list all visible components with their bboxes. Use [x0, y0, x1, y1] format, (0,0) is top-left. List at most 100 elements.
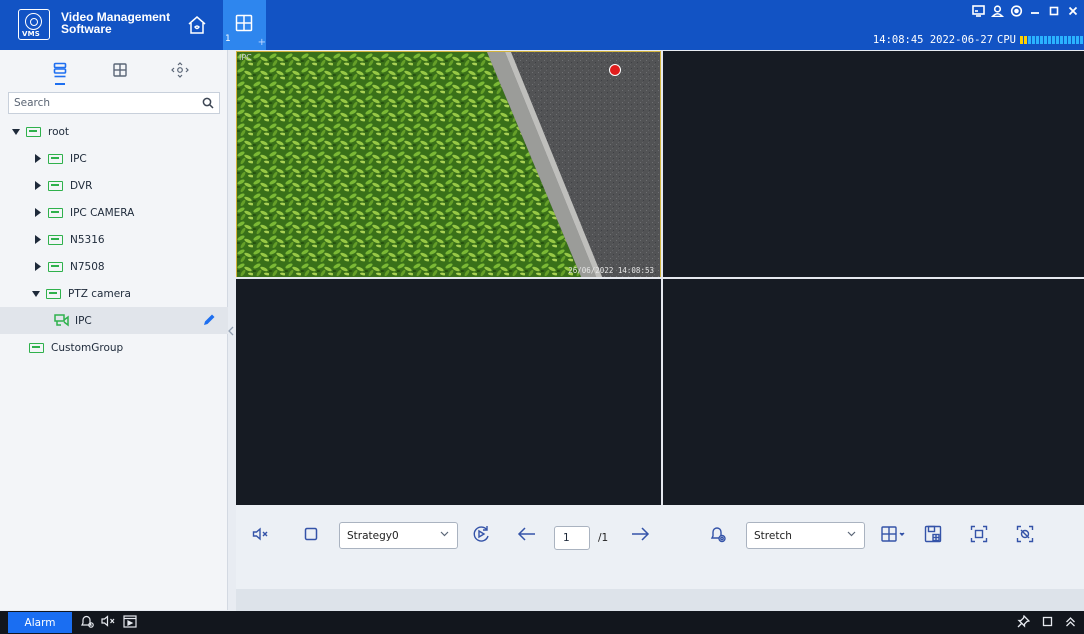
brand: VMS Video Management Software [0, 0, 220, 50]
tree-node-dvr[interactable]: DVR [0, 172, 228, 199]
next-page-button[interactable] [628, 522, 652, 546]
device-list-icon [53, 62, 67, 78]
device-tree: root IPC DVR IPC CAMERA N5316 N7508 PTZ … [0, 118, 228, 361]
online-camera-icon [54, 314, 69, 327]
status-right-controls [1017, 615, 1076, 628]
search-input[interactable] [9, 94, 194, 112]
tree-node-n7508[interactable]: N7508 [0, 253, 228, 280]
device-group-icon [48, 207, 63, 218]
screen-cast-button[interactable] [971, 4, 985, 18]
logo-text: VMS [22, 30, 41, 38]
device-sidebar: root IPC DVR IPC CAMERA [0, 50, 228, 610]
add-tab-button[interactable]: + [258, 37, 266, 48]
close-all-preview-button[interactable] [1013, 522, 1037, 546]
minimize-button[interactable] [1028, 4, 1042, 18]
device-group-icon [48, 261, 63, 272]
tree-node-ptz-ipc[interactable]: IPC [0, 307, 228, 334]
tree-node-ipc-camera[interactable]: IPC CAMERA [0, 199, 228, 226]
tree-node-root[interactable]: root [0, 118, 228, 145]
fullscreen-button[interactable] [967, 522, 991, 546]
system-status: 14:08:45 2022-06-27 CPU [873, 34, 1084, 46]
camera-feed-image [237, 52, 660, 277]
collapsed-caret-icon[interactable] [33, 208, 43, 218]
search-icon [202, 97, 214, 109]
restore-window-icon[interactable] [1042, 616, 1053, 627]
cpu-usage-bar [1020, 36, 1084, 44]
save-layout-button[interactable] [921, 522, 945, 546]
tree-node-label: CustomGroup [51, 341, 124, 354]
tab-device-list[interactable] [30, 50, 90, 90]
home-button[interactable] [186, 14, 208, 36]
edit-pencil-icon[interactable] [202, 313, 216, 327]
video-window-3[interactable] [236, 279, 661, 505]
user-icon [990, 5, 1004, 17]
split-layout-button[interactable] [879, 522, 909, 546]
playback-toolbar: Strategy0 1 /1 Stretch [236, 505, 1084, 589]
app-title-line2: Software [61, 22, 112, 36]
video-window-4[interactable] [662, 279, 1084, 505]
cpu-label: CPU [997, 34, 1016, 46]
video-grid: IPC 26/06/2022 14:08:53 [236, 51, 1084, 505]
strategy-value: Strategy0 [347, 529, 399, 542]
collapsed-caret-icon[interactable] [33, 235, 43, 245]
tab-ptz-control[interactable] [150, 50, 210, 90]
tree-node-label: IPC [75, 314, 92, 327]
device-group-icon [29, 342, 44, 353]
cycle-play-icon [473, 526, 489, 542]
layout-grid-icon [113, 63, 127, 77]
tree-node-n5316[interactable]: N5316 [0, 226, 228, 253]
tree-node-ipc[interactable]: IPC [0, 145, 228, 172]
collapsed-caret-icon[interactable] [33, 262, 43, 272]
stop-all-button[interactable] [300, 522, 322, 546]
chevron-left-icon [228, 326, 234, 336]
screen-cast-icon [971, 5, 985, 17]
strategy-select[interactable]: Strategy0 [339, 522, 458, 549]
speaker-mute-icon [252, 527, 268, 541]
device-group-icon [48, 153, 63, 164]
page-total: /1 [598, 532, 609, 544]
alarm-button[interactable]: Alarm [8, 612, 72, 633]
vms-logo-icon: VMS [18, 9, 50, 40]
device-search [8, 92, 220, 114]
help-button[interactable] [1009, 4, 1023, 18]
tree-node-ptz-camera[interactable]: PTZ camera [0, 280, 228, 307]
alarm-output-button[interactable] [706, 522, 730, 546]
chevron-down-icon [847, 531, 856, 537]
tab-preview[interactable]: 1 + [223, 0, 266, 50]
window-controls [971, 4, 1080, 18]
mute-all-button[interactable] [250, 522, 272, 546]
close-icon [1068, 6, 1078, 16]
video-window-1[interactable]: IPC 26/06/2022 14:08:53 [236, 51, 661, 278]
arrow-right-icon [632, 527, 650, 541]
alarm-sound-icon[interactable] [80, 614, 95, 628]
close-button[interactable] [1066, 4, 1080, 18]
split-layout-icon [881, 526, 905, 542]
sidebar-collapse-handle[interactable] [228, 326, 235, 340]
collapsed-caret-icon[interactable] [33, 154, 43, 164]
sidebar-tabs [0, 50, 228, 90]
collapsed-caret-icon[interactable] [33, 181, 43, 191]
expanded-caret-icon[interactable] [11, 127, 21, 137]
auto-cycle-button[interactable] [469, 522, 493, 546]
user-button[interactable] [990, 4, 1004, 18]
device-group-icon [26, 126, 41, 137]
pin-icon[interactable] [1017, 615, 1030, 628]
speaker-mute-icon[interactable] [101, 615, 117, 627]
alarm-bell-icon [710, 527, 726, 543]
tree-node-label: IPC CAMERA [70, 206, 135, 219]
stretch-select[interactable]: Stretch [746, 522, 865, 549]
tree-node-label: N5316 [70, 233, 105, 246]
tab-view-layouts[interactable] [90, 50, 150, 90]
device-group-icon [48, 180, 63, 191]
page-number-input[interactable]: 1 [554, 526, 590, 550]
camera-name-overlay: IPC [239, 53, 252, 62]
previous-page-button[interactable] [515, 522, 539, 546]
chevron-down-icon [440, 531, 449, 537]
expanded-caret-icon[interactable] [31, 289, 41, 299]
screen-record-icon[interactable] [123, 614, 137, 628]
chevron-up-double-icon[interactable] [1065, 616, 1076, 628]
tree-node-customgroup[interactable]: CustomGroup [0, 334, 228, 361]
status-bar: Alarm [0, 611, 1084, 634]
maximize-button[interactable] [1047, 4, 1061, 18]
video-window-2[interactable] [662, 51, 1084, 277]
